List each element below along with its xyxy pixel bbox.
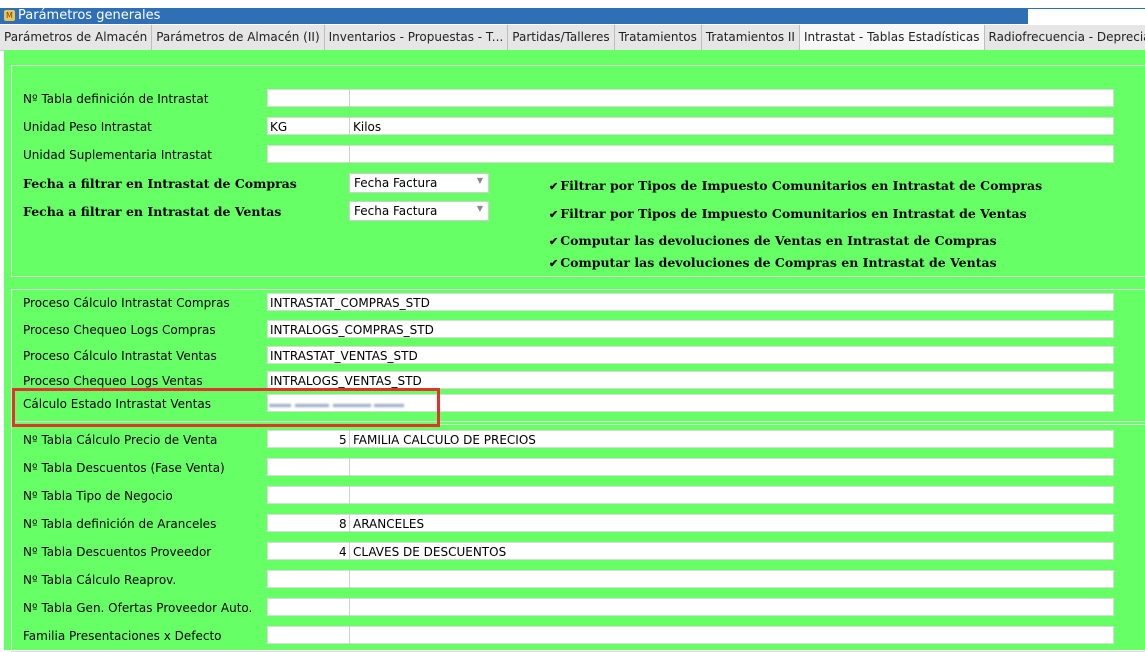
- field-divider: [349, 145, 350, 163]
- tab-parametros-almacen[interactable]: Parámetros de Almacén: [0, 25, 152, 50]
- tipo-negocio-label: Nº Tabla Tipo de Negocio: [23, 489, 173, 503]
- aranceles-desc: ARANCELES: [353, 517, 424, 531]
- checkmark-icon: ✔: [549, 180, 558, 193]
- calculo-reaprov-field[interactable]: [267, 570, 1114, 588]
- devoluciones-ventas-label: Computar las devoluciones de Ventas en I…: [560, 233, 996, 248]
- descuentos-proveedor-desc: CLAVES DE DESCUENTOS: [353, 545, 506, 559]
- ofertas-proveedor-field[interactable]: [267, 598, 1114, 616]
- descuentos-proveedor-code: 4: [339, 545, 347, 559]
- chequeo-ventas-value: INTRALOGS_VENTAS_STD: [270, 374, 422, 388]
- descuentos-venta-label: Nº Tabla Descuentos (Fase Venta): [23, 461, 225, 475]
- precio-venta-label: Nº Tabla Cálculo Precio de Venta: [23, 433, 217, 447]
- tab-tratamientos-ii[interactable]: Tratamientos II: [702, 25, 800, 50]
- checkmark-icon: ✔: [549, 257, 558, 270]
- filtrar-compras-checkbox[interactable]: ✔Filtrar por Tipos de Impuesto Comunitar…: [549, 178, 1042, 193]
- unidad-suplementaria-label: Unidad Suplementaria Intrastat: [23, 148, 212, 162]
- tab-intrastat[interactable]: Intrastat - Tablas Estadísticas: [800, 25, 985, 50]
- descuentos-venta-field[interactable]: [267, 458, 1114, 476]
- filtrar-ventas-checkbox[interactable]: ✔Filtrar por Tipos de Impuesto Comunitar…: [549, 206, 1027, 221]
- tab-tratamientos[interactable]: Tratamientos: [615, 25, 702, 50]
- highlight-box: [12, 388, 440, 427]
- tab-strip: Parámetros de AlmacénParámetros de Almac…: [0, 25, 1145, 51]
- checkmark-icon: ✔: [549, 235, 558, 248]
- filtrar-ventas-label: Filtrar por Tipos de Impuesto Comunitari…: [560, 206, 1026, 221]
- aranceles-label: Nº Tabla definición de Aranceles: [23, 517, 216, 531]
- precio-venta-code: 5: [339, 433, 347, 447]
- unidad-peso-field[interactable]: [267, 117, 1114, 135]
- field-divider: [349, 542, 350, 560]
- tab-parametros-almacen-ii[interactable]: Parámetros de Almacén (II): [152, 25, 324, 50]
- unidad-peso-label: Unidad Peso Intrastat: [23, 120, 152, 134]
- unidad-peso-desc: Kilos: [353, 120, 381, 134]
- field-divider: [349, 458, 350, 476]
- window-title: Parámetros generales: [18, 8, 160, 23]
- calculo-compras-label: Proceso Cálculo Intrastat Compras: [23, 296, 230, 310]
- chevron-down-icon: ▼: [477, 204, 483, 213]
- field-divider: [349, 514, 350, 532]
- field-divider: [349, 430, 350, 448]
- tabla-intrastat-field[interactable]: [267, 89, 1114, 107]
- tables-section-panel: [11, 421, 1145, 652]
- ofertas-proveedor-label: Nº Tabla Gen. Ofertas Proveedor Auto.: [23, 601, 252, 615]
- chequeo-compras-label: Proceso Chequeo Logs Compras: [23, 323, 216, 337]
- fecha-ventas-label: Fecha a filtrar en Intrastat de Ventas: [23, 204, 281, 219]
- calculo-compras-value: INTRASTAT_COMPRAS_STD: [270, 296, 430, 310]
- field-divider: [349, 598, 350, 616]
- precio-venta-desc: FAMILIA CALCULO DE PRECIOS: [353, 433, 536, 447]
- filtrar-compras-label: Filtrar por Tipos de Impuesto Comunitari…: [560, 178, 1042, 193]
- field-divider: [349, 117, 350, 135]
- devoluciones-compras-checkbox[interactable]: ✔Computar las devoluciones de Compras en…: [549, 255, 997, 270]
- devoluciones-compras-label: Computar las devoluciones de Compras en …: [560, 255, 996, 270]
- unidad-peso-code: KG: [270, 120, 287, 134]
- tab-content: Nº Tabla definición de Intrastat Unidad …: [4, 50, 1145, 650]
- devoluciones-ventas-checkbox[interactable]: ✔Computar las devoluciones de Ventas en …: [549, 233, 997, 248]
- familia-presentaciones-label: Familia Presentaciones x Defecto: [23, 629, 222, 643]
- fecha-compras-label: Fecha a filtrar en Intrastat de Compras: [23, 176, 297, 191]
- title-bar-line: [1028, 8, 1145, 9]
- field-divider: [349, 570, 350, 588]
- fecha-compras-value: Fecha Factura: [354, 176, 437, 190]
- app-icon: M: [4, 10, 15, 21]
- field-divider: [349, 486, 350, 504]
- tipo-negocio-field[interactable]: [267, 486, 1114, 504]
- descuentos-proveedor-label: Nº Tabla Descuentos Proveedor: [23, 545, 211, 559]
- fecha-ventas-value: Fecha Factura: [354, 204, 437, 218]
- tab-partidas-talleres[interactable]: Partidas/Talleres: [508, 25, 614, 50]
- tab-inventarios[interactable]: Inventarios - Propuestas - T...: [325, 25, 509, 50]
- chevron-down-icon: ▼: [477, 176, 483, 185]
- aranceles-code: 8: [339, 517, 347, 531]
- fecha-compras-select[interactable]: Fecha Factura ▼: [349, 173, 489, 193]
- tab-radiofrecuencia[interactable]: Radiofrecuencia - Deprecia: [985, 25, 1145, 50]
- field-divider: [349, 626, 350, 644]
- chequeo-ventas-label: Proceso Chequeo Logs Ventas: [23, 374, 203, 388]
- calculo-ventas-value: INTRASTAT_VENTAS_STD: [270, 349, 418, 363]
- calculo-reaprov-label: Nº Tabla Cálculo Reaprov.: [23, 573, 176, 587]
- checkmark-icon: ✔: [549, 208, 558, 221]
- tabla-intrastat-label: Nº Tabla definición de Intrastat: [23, 92, 208, 106]
- fecha-ventas-select[interactable]: Fecha Factura ▼: [349, 201, 489, 221]
- chequeo-compras-value: INTRALOGS_COMPRAS_STD: [270, 323, 434, 337]
- familia-presentaciones-field[interactable]: [267, 626, 1114, 644]
- unidad-suplementaria-field[interactable]: [267, 145, 1114, 163]
- field-divider: [349, 89, 350, 107]
- calculo-ventas-label: Proceso Cálculo Intrastat Ventas: [23, 349, 217, 363]
- window-title-bar: MParámetros generales: [0, 8, 1028, 24]
